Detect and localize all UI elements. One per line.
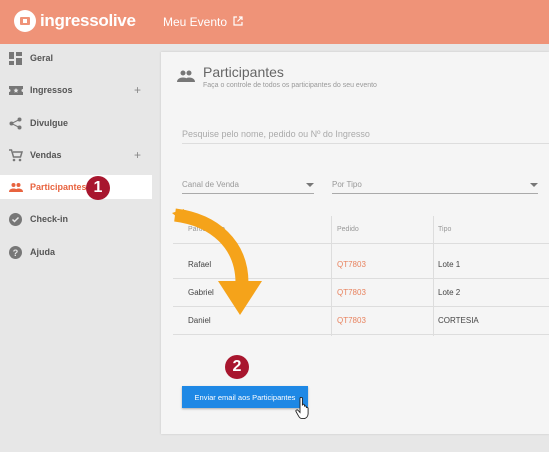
order-link[interactable]: QT7803: [337, 307, 366, 334]
sidebar-item-ingressos[interactable]: Ingressos +: [0, 78, 152, 102]
search-input[interactable]: [182, 124, 549, 144]
external-link-icon: [233, 15, 243, 29]
sidebar-item-vendas[interactable]: Vendas +: [0, 143, 152, 167]
ticket-type-select[interactable]: Por Tipo: [332, 180, 538, 194]
chevron-down-icon: [530, 183, 538, 187]
sales-channel-select[interactable]: Canal de Venda: [182, 180, 314, 194]
send-email-button[interactable]: Enviar email aos Participantes: [182, 386, 308, 408]
sidebar-item-ajuda[interactable]: ? Ajuda: [0, 240, 152, 264]
dashboard-icon: [9, 52, 22, 65]
sidebar: Geral Ingressos + Divulgue Vendas + Part…: [0, 44, 152, 452]
sidebar-item-geral[interactable]: Geral: [0, 46, 152, 70]
ticket-type: Lote 1: [438, 260, 461, 269]
brand-name: ingressolive: [40, 11, 136, 30]
page-subtitle: Faça o controle de todos os participante…: [203, 82, 377, 89]
order-link[interactable]: QT7803: [337, 279, 366, 306]
sidebar-item-label: Participantes: [30, 182, 87, 192]
share-icon: [9, 117, 22, 130]
step-one-badge: 1: [86, 176, 110, 200]
sidebar-item-participantes[interactable]: Participantes: [0, 175, 152, 199]
top-bar: ingressolive Meu Evento: [0, 0, 549, 44]
event-link-label: Meu Evento: [163, 15, 228, 29]
expand-plus-icon[interactable]: +: [134, 148, 141, 162]
help-icon: ?: [9, 246, 22, 259]
sidebar-item-label: Vendas: [30, 150, 62, 160]
select-label: Canal de Venda: [182, 180, 239, 189]
sidebar-item-label: Ajuda: [30, 247, 56, 257]
ticket-icon: [9, 84, 23, 97]
page-title: Participantes: [203, 64, 284, 80]
ticket-type: CORTESIA: [438, 316, 479, 325]
check-circle-icon: [9, 213, 22, 226]
select-label: Por Tipo: [332, 180, 362, 189]
brand-logo[interactable]: ingressolive: [14, 10, 136, 32]
sidebar-item-label: Ingressos: [30, 85, 73, 95]
ticket-type: Lote 2: [438, 288, 461, 297]
step-two-badge: 2: [225, 355, 249, 379]
svg-text:?: ?: [13, 248, 19, 258]
cart-icon: [9, 149, 24, 162]
order-link[interactable]: QT7803: [337, 251, 366, 278]
curved-arrow-icon: [172, 208, 262, 315]
sidebar-item-label: Divulgue: [30, 118, 69, 128]
chevron-down-icon: [306, 183, 314, 187]
column-header[interactable]: Pedido: [337, 216, 359, 243]
people-icon: [177, 70, 195, 84]
pointer-hand-icon: [295, 397, 309, 419]
sidebar-item-check-in[interactable]: Check-in: [0, 207, 152, 231]
sidebar-item-divulgue[interactable]: Divulgue: [0, 111, 152, 135]
logo-icon: [14, 10, 36, 32]
sidebar-item-label: Check-in: [30, 214, 69, 224]
my-event-link[interactable]: Meu Evento: [163, 15, 243, 29]
column-header[interactable]: Tipo: [438, 216, 451, 243]
sidebar-item-label: Geral: [30, 53, 54, 63]
expand-plus-icon[interactable]: +: [134, 83, 141, 97]
people-icon: [9, 181, 23, 194]
